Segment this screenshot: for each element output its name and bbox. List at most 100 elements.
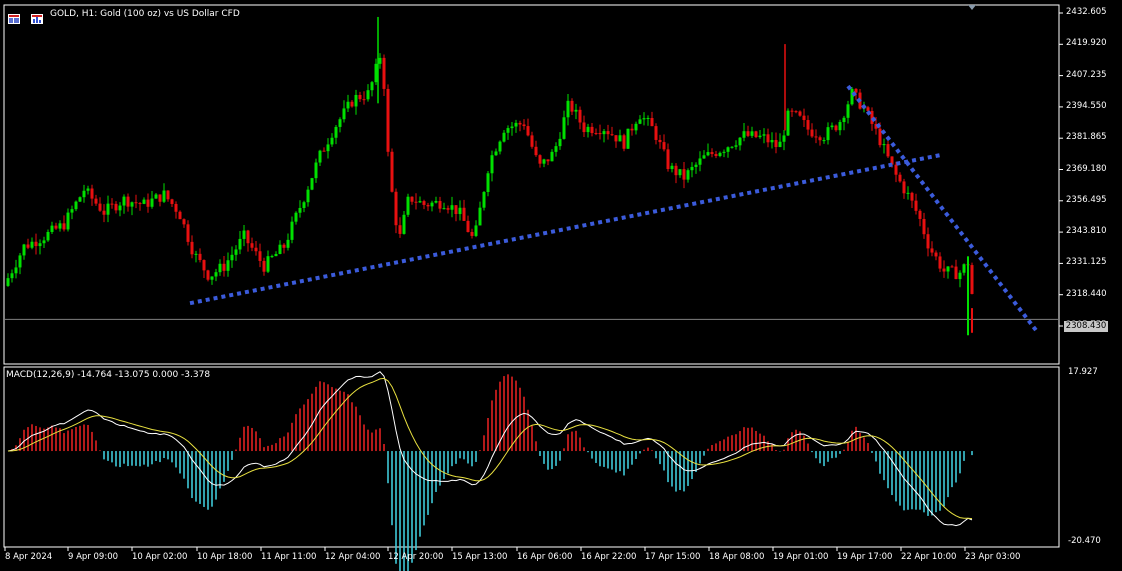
price-axis-label: 2356.495 xyxy=(1066,194,1107,205)
candle-body xyxy=(214,272,218,277)
candle-body xyxy=(658,139,662,143)
candle-body xyxy=(142,199,146,204)
candle-body xyxy=(538,155,542,164)
candle-body xyxy=(906,192,910,194)
candle-body xyxy=(458,207,462,215)
candle-body xyxy=(462,207,466,221)
candle-body xyxy=(806,120,810,130)
candle-body xyxy=(14,267,18,274)
candle-body xyxy=(322,150,326,152)
candle-body xyxy=(190,241,194,255)
candle-body xyxy=(442,208,446,210)
candle-body xyxy=(778,141,782,148)
candle-body xyxy=(842,117,846,123)
candle-body xyxy=(378,57,382,64)
candle-body xyxy=(954,266,958,280)
candle-body xyxy=(670,165,674,170)
candle-body xyxy=(726,147,730,152)
candle-body xyxy=(958,272,962,280)
time-axis-label: 18 Apr 08:00 xyxy=(709,552,765,562)
candle-body xyxy=(674,165,678,176)
candle-body xyxy=(502,132,506,142)
candle-body xyxy=(354,94,358,107)
candle-body xyxy=(594,133,598,135)
candle-body xyxy=(106,203,110,215)
candle-body xyxy=(602,131,606,135)
time-axis-label: 19 Apr 17:00 xyxy=(837,552,893,562)
candle-body xyxy=(6,278,10,286)
candle-body xyxy=(774,140,778,148)
candle-body xyxy=(218,263,222,273)
candle-body xyxy=(126,196,130,207)
candle-body xyxy=(818,137,822,141)
candle-body xyxy=(174,203,178,212)
price-axis-label: 2407.235 xyxy=(1066,69,1107,80)
candle-body xyxy=(794,111,798,113)
candle-body xyxy=(930,248,934,253)
candle-body xyxy=(898,174,902,182)
candle-body xyxy=(350,101,354,107)
candle-body xyxy=(418,201,422,203)
candle-body xyxy=(886,144,890,157)
candle-body xyxy=(718,152,722,157)
candle-body xyxy=(666,149,670,170)
time-axis-label: 9 Apr 09:00 xyxy=(68,552,119,562)
time-axis-label: 22 Apr 10:00 xyxy=(901,552,957,562)
candle-body xyxy=(138,203,142,205)
price-axis-label: 2331.125 xyxy=(1066,257,1107,268)
time-axis-label: 16 Apr 22:00 xyxy=(581,552,637,562)
candle-body xyxy=(578,109,582,123)
candle-body xyxy=(406,196,410,215)
candle-body xyxy=(550,151,554,162)
candle-body xyxy=(70,209,74,213)
candle-body xyxy=(134,202,138,204)
candle-body xyxy=(226,260,230,271)
candle-body xyxy=(918,210,922,219)
candle-body xyxy=(278,244,282,254)
candle-body xyxy=(66,212,70,230)
candle-body xyxy=(266,256,270,272)
candle-body xyxy=(270,256,274,258)
candle-body xyxy=(786,110,790,136)
candle-body xyxy=(634,123,638,131)
candle-body xyxy=(510,126,514,129)
candle-body xyxy=(838,122,842,131)
candle-body xyxy=(598,133,602,135)
candle-body xyxy=(410,196,414,202)
candle-body xyxy=(230,254,234,261)
candle-body xyxy=(470,232,474,236)
window-menu-icon[interactable] xyxy=(8,9,20,24)
candle-body xyxy=(498,141,502,152)
candle-body xyxy=(662,142,666,150)
chart-canvas[interactable] xyxy=(0,0,1122,571)
time-axis-label: 17 Apr 15:00 xyxy=(645,552,701,562)
chart-menu-icon[interactable] xyxy=(31,9,43,24)
candle-body xyxy=(10,273,14,279)
candle-body xyxy=(754,131,758,138)
candle-body xyxy=(58,223,62,229)
candle-body xyxy=(518,122,522,125)
candle-body xyxy=(506,128,510,133)
candle-body xyxy=(526,126,530,136)
candle-body xyxy=(914,200,918,211)
candle-body xyxy=(402,214,406,234)
chart-window[interactable]: GOLD, H1: Gold (100 oz) vs US Dollar CFD… xyxy=(0,0,1122,571)
candle-body xyxy=(158,194,162,202)
macd-indicator-label: MACD(12,26,9) -14.764 -13.075 0.000 -3.3… xyxy=(6,370,211,380)
price-axis-label: 2369.180 xyxy=(1066,163,1107,174)
candle-body xyxy=(274,253,278,257)
candle-body xyxy=(570,100,574,112)
candle-body xyxy=(326,144,330,152)
candle-body xyxy=(282,244,286,248)
macd-signal-line xyxy=(7,377,973,520)
candle-body xyxy=(222,263,226,271)
candle-body xyxy=(654,126,658,140)
candle-body xyxy=(306,189,310,203)
candle-body xyxy=(186,224,190,242)
candle-body xyxy=(922,218,926,235)
candle-body xyxy=(522,124,526,127)
candle-body xyxy=(394,191,398,226)
price-axis-label: 2432.605 xyxy=(1066,7,1107,17)
candle-body xyxy=(386,88,390,152)
candle-body xyxy=(722,151,726,153)
